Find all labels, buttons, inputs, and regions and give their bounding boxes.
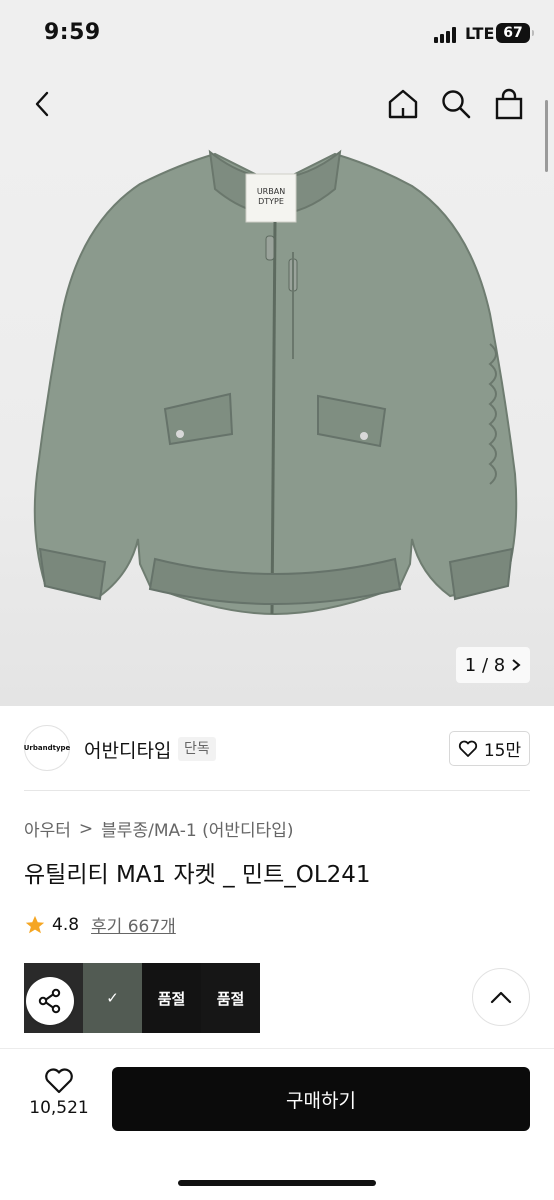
chevron-left-icon xyxy=(35,91,49,117)
exclusive-badge: 단독 xyxy=(178,737,216,761)
home-button[interactable] xyxy=(383,84,423,124)
brand-logo-text: Urbandtype xyxy=(23,744,71,752)
breadcrumb-level1[interactable]: 아우터 xyxy=(24,816,71,841)
wishlist-button[interactable]: 10,521 xyxy=(24,1068,94,1128)
battery-icon: 67 xyxy=(496,23,534,43)
brand-name[interactable]: 어반디타입 xyxy=(84,736,171,763)
shopping-bag-icon xyxy=(495,88,523,120)
heart-icon xyxy=(458,740,477,757)
svg-text:DTYPE: DTYPE xyxy=(258,197,284,206)
breadcrumb-level2[interactable]: 블루종/MA-1 (어반디타입) xyxy=(101,816,293,841)
brand-logo[interactable]: Urbandtype xyxy=(24,725,70,771)
chevron-up-icon xyxy=(490,991,512,1004)
cart-button[interactable] xyxy=(489,84,529,124)
rating-score: 4.8 xyxy=(52,914,80,935)
share-icon xyxy=(38,988,61,1014)
breadcrumb: 아우터 > 블루종/MA-1 (어반디타입) xyxy=(24,816,294,842)
wishlist-count: 10,521 xyxy=(29,1098,89,1118)
sold-out-label: 품절 xyxy=(201,963,260,1033)
top-nav xyxy=(0,64,554,144)
sold-out-label: 품절 xyxy=(142,963,201,1033)
network-type: LTE xyxy=(465,24,495,43)
status-time: 9:59 xyxy=(44,20,101,45)
signal-icon xyxy=(434,27,460,43)
star-icon xyxy=(25,915,45,933)
chevron-right-icon xyxy=(512,659,521,671)
bottom-divider xyxy=(0,1048,554,1049)
page-indicator-text: 1 / 8 xyxy=(464,654,506,676)
home-icon xyxy=(388,89,418,119)
gallery-page-indicator[interactable]: 1 / 8 xyxy=(456,647,530,683)
home-indicator[interactable] xyxy=(178,1180,376,1186)
checkmark-icon: ✓ xyxy=(83,963,142,1033)
heart-icon xyxy=(45,1068,73,1094)
search-button[interactable] xyxy=(436,84,476,124)
back-button[interactable] xyxy=(22,84,62,124)
breadcrumb-separator: > xyxy=(78,818,94,839)
brand-like-count: 15만 xyxy=(483,741,522,761)
product-title: 유틸리티 MA1 자켓 _ 민트_OL241 xyxy=(24,862,371,888)
page-scrollbar[interactable] xyxy=(545,100,548,172)
svg-text:URBAN: URBAN xyxy=(257,187,285,196)
jacket-image: URBAN DTYPE xyxy=(33,149,518,616)
option-swatch-black-2[interactable]: 품절 xyxy=(201,963,260,1033)
brand-like-button[interactable]: 15만 xyxy=(449,731,530,766)
option-swatch-mint[interactable]: ✓ xyxy=(83,963,142,1033)
product-image-gallery[interactable]: URBAN DTYPE 1 / 8 xyxy=(0,144,554,706)
product-rating: 4.8 후기 667개 xyxy=(24,912,176,937)
buy-button[interactable]: 구매하기 xyxy=(112,1067,530,1131)
status-bar: 9:59 LTE 67 xyxy=(0,0,554,64)
scroll-to-top-button[interactable] xyxy=(472,968,530,1026)
search-icon xyxy=(442,90,471,119)
option-swatch-black[interactable]: 품절 xyxy=(142,963,201,1033)
review-count-link[interactable]: 후기 667개 xyxy=(91,912,176,937)
share-button[interactable] xyxy=(26,977,74,1025)
divider xyxy=(24,790,530,791)
